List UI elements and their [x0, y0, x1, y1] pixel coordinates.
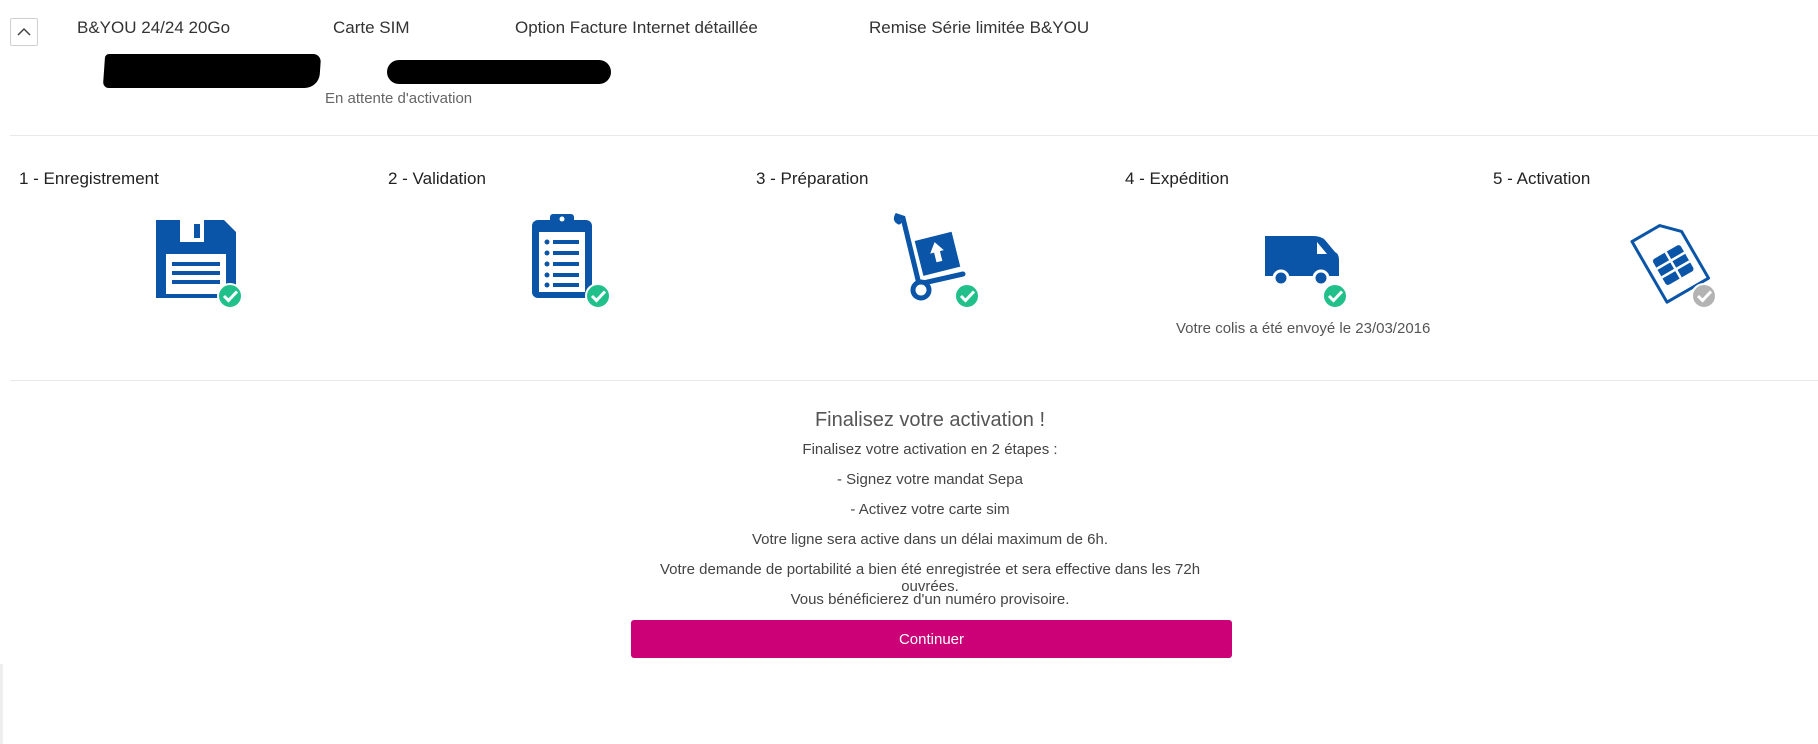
- step-1-title: 1 - Enregistrement: [19, 169, 159, 188]
- check-icon: [1322, 283, 1348, 309]
- divider: [10, 380, 1818, 381]
- pending-check-icon: [1691, 283, 1717, 309]
- activation-status: En attente d'activation: [325, 90, 473, 107]
- finalize-line: Votre demande de portabilité a bien été …: [659, 561, 1201, 595]
- check-icon: [954, 283, 980, 309]
- step-3-title: 3 - Préparation: [756, 169, 869, 188]
- divider: [10, 135, 1818, 136]
- continue-button[interactable]: Continuer: [631, 620, 1232, 658]
- finalize-line: - Activez votre carte sim: [850, 501, 1010, 518]
- redacted-field: [387, 60, 611, 84]
- finalize-line: - Signez votre mandat Sepa: [837, 471, 1023, 488]
- hand-truck-box-icon: [893, 212, 980, 309]
- header-option-invoice: Option Facture Internet détaillée: [515, 18, 758, 37]
- collapse-button[interactable]: [10, 18, 38, 46]
- sim-card-icon: [1630, 224, 1717, 309]
- finalize-line: Finalisez votre activation en 2 étapes :: [802, 441, 1058, 458]
- delivery-van-icon: [1265, 236, 1348, 309]
- header-discount: Remise Série limitée B&YOU: [869, 18, 1090, 37]
- header-sim-card: Carte SIM: [333, 18, 410, 37]
- chevron-up-icon: [17, 27, 31, 36]
- step-5-title: 5 - Activation: [1493, 169, 1591, 188]
- redacted-field: [102, 54, 322, 88]
- check-icon: [217, 283, 243, 309]
- step-2-title: 2 - Validation: [388, 169, 486, 188]
- shipping-note: Votre colis a été envoyé le 23/03/2016: [1176, 320, 1431, 337]
- floppy-disk-icon: [156, 220, 243, 309]
- finalize-title: Finalisez votre activation !: [814, 409, 1046, 431]
- finalize-line: Vous bénéficierez d'un numéro provisoire…: [790, 591, 1070, 608]
- step-4-title: 4 - Expédition: [1125, 169, 1229, 188]
- check-icon: [585, 283, 611, 309]
- clipboard-list-icon: [532, 214, 611, 309]
- finalize-line: Votre ligne sera active dans un délai ma…: [751, 531, 1109, 548]
- scroll-edge: [0, 664, 3, 744]
- header-offer: B&YOU 24/24 20Go: [77, 18, 231, 37]
